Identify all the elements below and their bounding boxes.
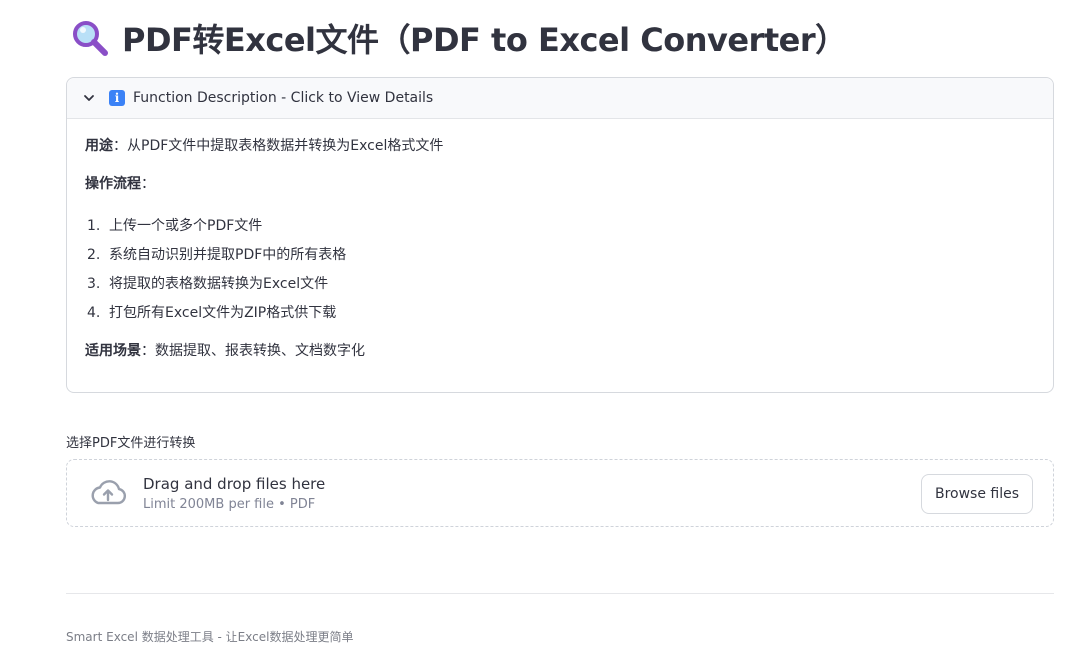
steps-list: 1. 上传一个或多个PDF文件 2. 系统自动识别并提取PDF中的所有表格 3. 将提… xyxy=(87,212,1035,328)
step-number: 2. xyxy=(87,247,101,264)
scenario-paragraph: 适用场景：数据提取、报表转换、文档数字化 xyxy=(85,340,1035,362)
page-header: PDF转Excel文件（PDF to Excel Converter） xyxy=(70,14,847,62)
step-number: 1. xyxy=(87,218,101,235)
list-item: 2. 系统自动识别并提取PDF中的所有表格 xyxy=(87,241,1035,270)
footer-divider xyxy=(66,593,1054,594)
usage-paragraph: 用途：从PDF文件中提取表格数据并转换为Excel格式文件 xyxy=(85,135,1035,157)
info-icon: i xyxy=(109,90,125,106)
list-item: 4. 打包所有Excel文件为ZIP格式供下载 xyxy=(87,299,1035,328)
step-number: 4. xyxy=(87,305,101,322)
file-dropzone[interactable]: Drag and drop files here Limit 200MB per… xyxy=(66,459,1054,527)
expander-label: Function Description - Click to View Det… xyxy=(133,90,434,106)
footer-text: Smart Excel 数据处理工具 - 让Excel数据处理更简单 xyxy=(66,630,354,644)
step-number: 3. xyxy=(87,276,101,293)
scenario-text: 数据提取、报表转换、文档数字化 xyxy=(155,342,365,359)
usage-label: 用途 xyxy=(85,138,113,154)
dropzone-text: Drag and drop files here Limit 200MB per… xyxy=(143,475,325,512)
browse-files-button[interactable]: Browse files xyxy=(921,474,1033,514)
drag-drop-text: Drag and drop files here xyxy=(143,474,326,493)
list-item: 3. 将提取的表格数据转换为Excel文件 xyxy=(87,270,1035,299)
flow-heading: 操作流程： xyxy=(85,173,1035,195)
expander-toggle[interactable]: i Function Description - Click to View D… xyxy=(67,78,1053,119)
flow-colon: ： xyxy=(141,176,155,193)
expander-content: 用途：从PDF文件中提取表格数据并转换为Excel格式文件 操作流程： 1. 上传… xyxy=(67,119,1053,394)
step-text: 系统自动识别并提取PDF中的所有表格 xyxy=(109,247,347,264)
chevron-down-icon xyxy=(84,95,94,101)
file-limit-text: Limit 200MB per file • PDF xyxy=(143,496,316,512)
usage-text: 从PDF文件中提取表格数据并转换为Excel格式文件 xyxy=(127,138,444,154)
page-title: PDF转Excel文件（PDF to Excel Converter） xyxy=(122,21,847,59)
step-text: 将提取的表格数据转换为Excel文件 xyxy=(109,276,329,293)
scenario-label: 适用场景 xyxy=(85,342,141,359)
scenario-colon: ： xyxy=(141,342,155,359)
step-text: 打包所有Excel文件为ZIP格式供下载 xyxy=(109,305,337,322)
step-text: 上传一个或多个PDF文件 xyxy=(109,218,263,235)
magnifier-icon xyxy=(73,21,108,56)
cloud-upload-icon xyxy=(91,480,127,505)
flow-label: 操作流程 xyxy=(85,176,141,193)
function-description-expander: i Function Description - Click to View D… xyxy=(66,77,1054,393)
uploader-label: 选择PDF文件进行转换 xyxy=(66,436,196,451)
list-item: 1. 上传一个或多个PDF文件 xyxy=(87,212,1035,241)
usage-colon: ： xyxy=(113,138,127,154)
